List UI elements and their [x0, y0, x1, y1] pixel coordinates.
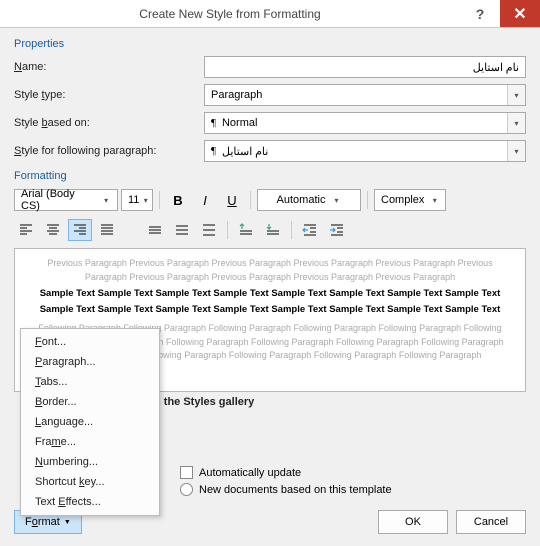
format-menu-shortcut-key[interactable]: Shortcut key...	[21, 472, 159, 492]
align-left-button[interactable]	[14, 219, 38, 241]
space-before-increase-button[interactable]	[234, 219, 258, 241]
chevron-down-icon: ▾	[507, 141, 525, 161]
new-documents-label: New documents based on this template	[199, 484, 392, 496]
format-menu-frame[interactable]: Frame...	[21, 432, 159, 452]
name-label: Name:	[14, 61, 204, 73]
decrease-indent-button[interactable]	[298, 219, 322, 241]
line-spacing-1-button[interactable]	[143, 219, 167, 241]
preview-previous-text: Previous Paragraph Previous Paragraph Pr…	[27, 257, 513, 284]
close-button[interactable]: ✕	[500, 0, 540, 27]
underline-button[interactable]: U	[220, 189, 244, 211]
align-right-button[interactable]	[68, 219, 92, 241]
font-color-select[interactable]: Automatic ▾	[257, 189, 361, 211]
line-spacing-2-button[interactable]	[197, 219, 221, 241]
italic-button[interactable]: I	[193, 189, 217, 211]
font-size-select[interactable]: 11 ▾	[121, 189, 153, 211]
formatting-section-label: Formatting	[14, 170, 526, 182]
align-center-button[interactable]	[41, 219, 65, 241]
formatting-toolbar-1: Arial (Body CS) ▾ 11 ▾ B I U Automatic ▾…	[14, 188, 526, 212]
format-menu-text-effects[interactable]: Text Effects...	[21, 492, 159, 512]
format-menu: Font... Paragraph... Tabs... Border... L…	[20, 328, 160, 516]
style-type-label: Style type:	[14, 89, 204, 101]
dialog-body: Properties Name: Style type: Paragraph ▾…	[0, 28, 540, 546]
justify-button[interactable]	[95, 219, 119, 241]
bottom-options: Automatically update New documents based…	[180, 466, 392, 500]
auto-update-checkbox[interactable]	[180, 466, 193, 479]
cancel-button[interactable]: Cancel	[456, 510, 526, 534]
space-before-decrease-button[interactable]	[261, 219, 285, 241]
chevron-down-icon: ▾	[329, 190, 343, 210]
format-menu-language[interactable]: Language...	[21, 412, 159, 432]
paragraph-mark-icon: ¶	[211, 117, 216, 129]
titlebar: Create New Style from Formatting ? ✕	[0, 0, 540, 28]
format-menu-numbering[interactable]: Numbering...	[21, 452, 159, 472]
chevron-down-icon: ▾	[507, 85, 525, 105]
preview-sample-text: Sample Text Sample Text Sample Text Samp…	[27, 286, 513, 318]
chevron-down-icon: ▾	[428, 190, 441, 210]
footer-buttons: OK Cancel	[378, 510, 526, 534]
new-documents-radio[interactable]	[180, 483, 193, 496]
format-menu-border[interactable]: Border...	[21, 392, 159, 412]
based-on-select[interactable]: ¶ Normal ▾	[204, 112, 526, 134]
format-menu-font[interactable]: Font...	[21, 332, 159, 352]
name-input[interactable]	[204, 56, 526, 78]
paragraph-mark-icon: ¶	[211, 145, 216, 157]
ok-button[interactable]: OK	[378, 510, 448, 534]
line-spacing-15-button[interactable]	[170, 219, 194, 241]
style-type-select[interactable]: Paragraph ▾	[204, 84, 526, 106]
chevron-down-icon: ▾	[507, 113, 525, 133]
script-select[interactable]: Complex ▾	[374, 189, 446, 211]
dialog-title: Create New Style from Formatting	[0, 7, 460, 21]
chevron-down-icon: ▾	[143, 190, 148, 210]
auto-update-label: Automatically update	[199, 467, 301, 479]
format-menu-paragraph[interactable]: Paragraph...	[21, 352, 159, 372]
dropdown-arrow-icon: ▼	[64, 519, 71, 526]
following-style-label: Style for following paragraph:	[14, 145, 204, 157]
following-style-select[interactable]: ¶ نام استایل ▾	[204, 140, 526, 162]
font-name-select[interactable]: Arial (Body CS) ▾	[14, 189, 118, 211]
formatting-toolbar-2	[14, 218, 526, 242]
chevron-down-icon: ▾	[99, 190, 113, 210]
bold-button[interactable]: B	[166, 189, 190, 211]
help-button[interactable]: ?	[460, 0, 500, 27]
properties-section-label: Properties	[14, 38, 526, 50]
based-on-label: Style based on:	[14, 117, 204, 129]
titlebar-buttons: ? ✕	[460, 0, 540, 27]
format-menu-tabs[interactable]: Tabs...	[21, 372, 159, 392]
increase-indent-button[interactable]	[325, 219, 349, 241]
